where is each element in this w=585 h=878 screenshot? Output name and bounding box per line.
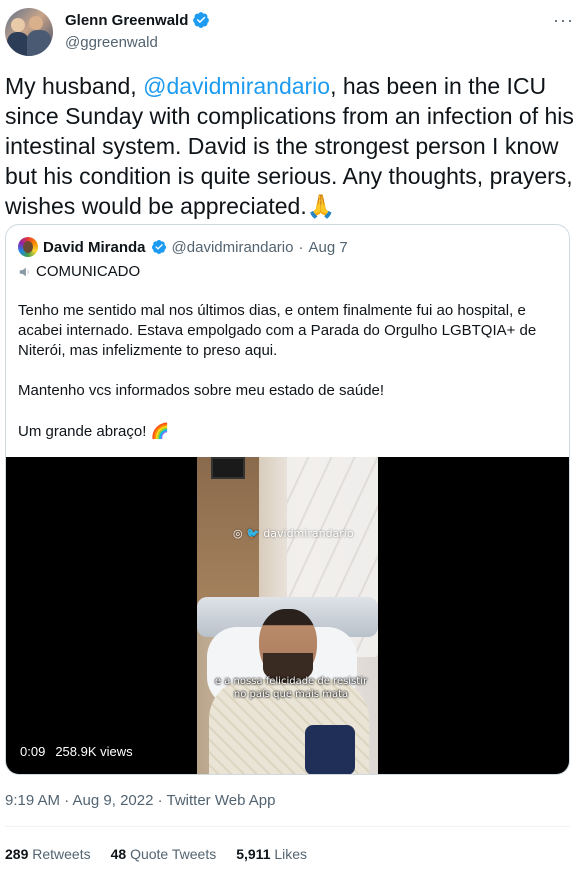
retweets-stat[interactable]: 289 Retweets [5, 846, 91, 862]
quoted-author-handle[interactable]: @davidmirandario [172, 239, 294, 256]
quote-tweets-label: Quote Tweets [130, 846, 217, 862]
video-views: 258.9K views [55, 744, 133, 759]
quoted-tweet-card[interactable]: David Miranda @davidmirandario · Aug 7 C… [5, 224, 570, 775]
retweets-label: Retweets [32, 846, 91, 862]
quoted-tweet-subtitle-row: COMUNICADO [18, 262, 140, 282]
avatar-face [29, 16, 43, 30]
blood-pressure-cuff [305, 725, 355, 774]
video-info: 0:09 258.9K views [20, 744, 133, 759]
quoted-closing: Um grande abraço! [18, 423, 147, 440]
avatar-figure [27, 30, 51, 56]
praying-hands-emoji-icon: 🙏 [306, 194, 336, 220]
tweet-text: My husband, @davidmirandario, has been i… [5, 71, 575, 222]
divider [5, 826, 570, 827]
quoted-paragraph: Mantenho vcs informados sobre meu estado… [18, 382, 385, 399]
tweet-header: Glenn Greenwald @ggreenwald ··· [5, 6, 580, 58]
author-avatar[interactable] [5, 8, 53, 56]
quoted-author-avatar[interactable] [18, 237, 38, 257]
tweet-stats: 289 Retweets 48 Quote Tweets 5,911 Likes [5, 846, 307, 862]
dot-separator: · [298, 238, 304, 256]
likes-stat[interactable]: 5,911 Likes [236, 846, 307, 862]
video-frame[interactable]: ◎ 🐦 davidmirandario e a nossa felicidade… [197, 457, 378, 774]
video-duration: 0:09 [20, 744, 46, 759]
quoted-tweet-date[interactable]: Aug 7 [308, 239, 347, 256]
rainbow-emoji-icon: 🌈 [150, 422, 170, 440]
video-watermark: ◎ 🐦 davidmirandario [233, 527, 354, 540]
quote-tweets-count: 48 [110, 846, 127, 862]
tweet-timestamp[interactable]: 9:19 AM · Aug 9, 2022 · Twitter Web App [5, 792, 275, 809]
quoted-paragraph: Tenho me sentido mal nos últimos dias, e… [18, 302, 537, 359]
quoted-tweet-header: David Miranda @davidmirandario · Aug 7 [18, 237, 348, 257]
avatar-face [11, 18, 25, 32]
more-horizontal-icon[interactable]: ··· [553, 10, 574, 31]
avatar-figure [7, 32, 29, 56]
verified-badge-icon [193, 12, 210, 28]
quoted-tweet-subtitle: COMUNICADO [36, 263, 141, 280]
likes-count: 5,911 [236, 846, 271, 862]
verified-badge-icon [151, 240, 166, 254]
quoted-closing-row: Um grande abraço! 🌈 [18, 421, 558, 442]
mention-link[interactable]: @davidmirandario [143, 73, 330, 99]
video-caption: e a nossa felicidade de resistir no país… [214, 676, 368, 700]
hospital-monitor [211, 457, 245, 479]
retweets-count: 289 [5, 846, 29, 862]
tweet-text-start: My husband, [5, 73, 144, 99]
likes-label: Likes [274, 846, 308, 862]
author-name[interactable]: Glenn Greenwald [65, 12, 188, 29]
author-name-row[interactable]: Glenn Greenwald [65, 11, 210, 29]
quote-tweets-stat[interactable]: 48 Quote Tweets [111, 846, 217, 862]
quoted-tweet-body: Tenho me sentido mal nos últimos dias, e… [18, 301, 558, 462]
video-player[interactable]: ◎ 🐦 davidmirandario e a nossa felicidade… [6, 457, 569, 774]
author-handle[interactable]: @ggreenwald [65, 34, 158, 51]
speaker-icon [19, 267, 29, 277]
quoted-author-name[interactable]: David Miranda [43, 239, 146, 256]
